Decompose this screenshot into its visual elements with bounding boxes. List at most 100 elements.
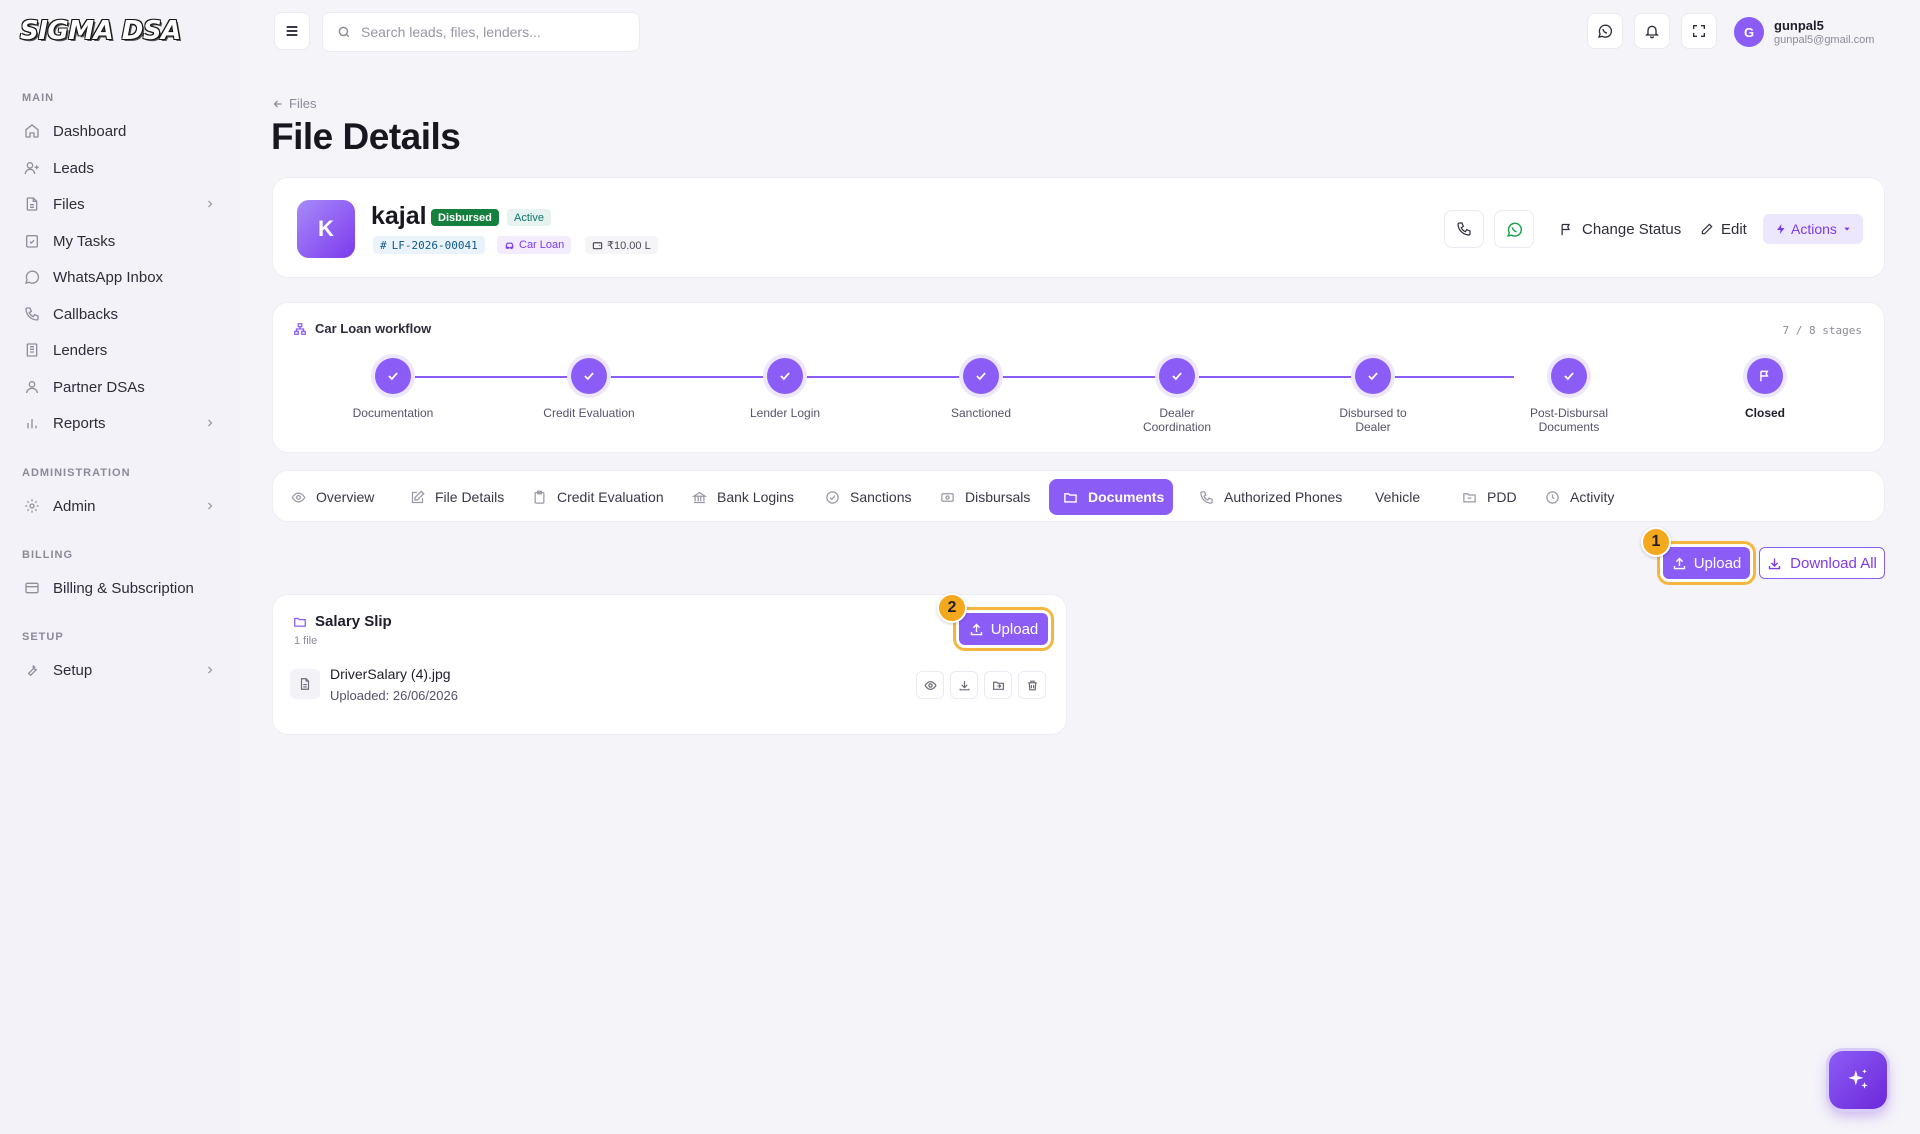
arrow-left-icon	[272, 98, 284, 110]
move-file-button[interactable]	[984, 671, 1012, 699]
bank-icon	[692, 490, 707, 505]
check-icon	[963, 358, 999, 394]
tab-credit-evaluation[interactable]: Credit Evaluation	[518, 479, 678, 515]
sidebar-item-dashboard[interactable]: Dashboard	[12, 114, 228, 148]
tab-bank-logins[interactable]: Bank Logins	[678, 479, 808, 515]
workflow-stage-current[interactable]: Closed	[1695, 358, 1835, 420]
building-icon	[24, 342, 40, 358]
user-menu[interactable]: G gunpal5 gunpal5@gmail.com	[1734, 17, 1874, 47]
file-name[interactable]: DriverSalary (4).jpg	[330, 666, 451, 682]
sidebar-item-setup[interactable]: Setup	[12, 653, 228, 687]
edit-button[interactable]: Edit	[1694, 210, 1753, 248]
group-upload-button[interactable]: Upload	[959, 613, 1048, 645]
sidebar-item-reports[interactable]: Reports	[12, 406, 228, 440]
tab-activity[interactable]: Activity	[1531, 479, 1628, 515]
loan-type-chip: Car Loan	[497, 236, 572, 254]
notifications-button[interactable]	[1634, 13, 1670, 49]
bar-chart-icon	[24, 415, 40, 431]
workflow-stage[interactable]: Credit Evaluation	[519, 358, 659, 420]
page-title: File Details	[271, 116, 461, 157]
sidebar-item-callbacks[interactable]: Callbacks	[12, 297, 228, 331]
workflow-stage[interactable]: Documentation	[323, 358, 463, 420]
whatsapp-button[interactable]	[1587, 13, 1623, 49]
workflow-stage[interactable]: Lender Login	[715, 358, 855, 420]
change-status-button[interactable]: Change Status	[1553, 210, 1687, 248]
document-file-icon	[290, 669, 320, 699]
trash-icon	[1026, 679, 1039, 692]
sidebar-item-partner-dsas[interactable]: Partner DSAs	[12, 370, 228, 404]
tab-file-details[interactable]: File Details	[396, 479, 518, 515]
sidebar-item-label: Callbacks	[53, 305, 119, 323]
edit-icon	[410, 489, 425, 505]
tab-overview[interactable]: Overview	[277, 479, 388, 515]
workflow-stage[interactable]: Disbursed to Dealer	[1303, 358, 1443, 434]
phone-icon	[1456, 221, 1472, 237]
user-email: gunpal5@gmail.com	[1774, 34, 1875, 46]
breadcrumb[interactable]: Files	[272, 96, 316, 111]
user-name: gunpal5	[1774, 18, 1824, 33]
sidebar-item-my-tasks[interactable]: My Tasks	[12, 224, 228, 258]
download-file-button[interactable]	[950, 671, 978, 699]
fullscreen-button[interactable]	[1681, 13, 1717, 49]
step-marker-1: 1	[1641, 527, 1671, 557]
sidebar-item-billing[interactable]: Billing & Subscription	[12, 571, 228, 605]
delete-file-button[interactable]	[1018, 671, 1046, 699]
app-logo[interactable]: SIGMA DSA	[20, 14, 181, 48]
hamburger-menu-button[interactable]	[274, 12, 310, 50]
workflow-stage[interactable]: Post-Disbursal Documents	[1499, 358, 1639, 434]
sidebar-item-label: Setup	[53, 661, 93, 679]
clipboard-check-icon	[24, 233, 40, 249]
credit-card-icon	[24, 580, 40, 596]
workflow-stage[interactable]: Dealer Coordination	[1107, 358, 1247, 434]
check-circle-icon	[825, 490, 840, 505]
tab-pdd[interactable]: PDD	[1448, 479, 1531, 515]
tab-vehicle[interactable]: Vehicle	[1361, 479, 1434, 515]
check-icon	[571, 358, 607, 394]
sidebar-item-whatsapp-inbox[interactable]: WhatsApp Inbox	[12, 260, 228, 294]
phone-icon	[1199, 490, 1214, 505]
breadcrumb-files-link[interactable]: Files	[289, 96, 316, 111]
file-summary-card: K kajal Disbursed Active # LF-2026-00041…	[272, 177, 1885, 278]
file-uploaded-date: Uploaded: 26/06/2026	[330, 688, 458, 703]
clipboard-icon	[532, 490, 547, 505]
sidebar: SIGMA DSA MAIN Dashboard Leads Files My …	[0, 0, 240, 1134]
folder-move-icon	[992, 679, 1005, 692]
view-file-button[interactable]	[916, 671, 944, 699]
phone-icon	[24, 306, 40, 322]
tab-sanctions[interactable]: Sanctions	[811, 479, 925, 515]
tab-authorized-phones[interactable]: Authorized Phones	[1185, 479, 1356, 515]
upload-icon	[1672, 556, 1694, 571]
download-all-button[interactable]: Download All	[1759, 547, 1885, 579]
document-group-title: Salary Slip	[293, 613, 392, 630]
ai-assistant-button[interactable]	[1829, 1051, 1887, 1109]
sidebar-item-admin[interactable]: Admin	[12, 489, 228, 523]
check-icon	[767, 358, 803, 394]
call-button[interactable]	[1444, 210, 1484, 248]
whatsapp-chat-button[interactable]	[1494, 210, 1534, 248]
sidebar-item-label: Dashboard	[53, 122, 127, 140]
amount-chip: ₹10.00 L	[585, 236, 658, 254]
sidebar-item-label: Admin	[53, 497, 96, 515]
whatsapp-icon	[1597, 23, 1613, 39]
whatsapp-icon	[1506, 221, 1523, 238]
flag-icon	[1559, 222, 1574, 237]
actions-dropdown[interactable]: Actions	[1763, 214, 1863, 244]
sidebar-item-files[interactable]: Files	[12, 187, 228, 221]
workflow-card: Car Loan workflow 7 / 8 stages Documenta…	[272, 302, 1885, 453]
upload-button[interactable]: Upload	[1663, 547, 1750, 579]
folder-open-icon	[1462, 490, 1477, 505]
sidebar-item-label: Files	[53, 195, 85, 213]
tab-documents[interactable]: Documents	[1049, 479, 1173, 515]
sidebar-item-label: Reports	[53, 414, 106, 432]
search-input[interactable]	[361, 24, 611, 40]
sidebar-item-label: Leads	[53, 159, 94, 177]
whatsapp-icon	[24, 269, 40, 285]
workflow-stage[interactable]: Sanctioned	[911, 358, 1051, 420]
nav-section-administration: ADMINISTRATION	[22, 467, 131, 479]
tab-disbursals[interactable]: Disbursals	[926, 479, 1044, 515]
sidebar-item-lenders[interactable]: Lenders	[12, 333, 228, 367]
sidebar-item-leads[interactable]: Leads	[12, 151, 228, 185]
step-marker-2: 2	[937, 593, 967, 623]
fullscreen-icon	[1691, 23, 1707, 39]
search-bar[interactable]	[322, 12, 640, 52]
